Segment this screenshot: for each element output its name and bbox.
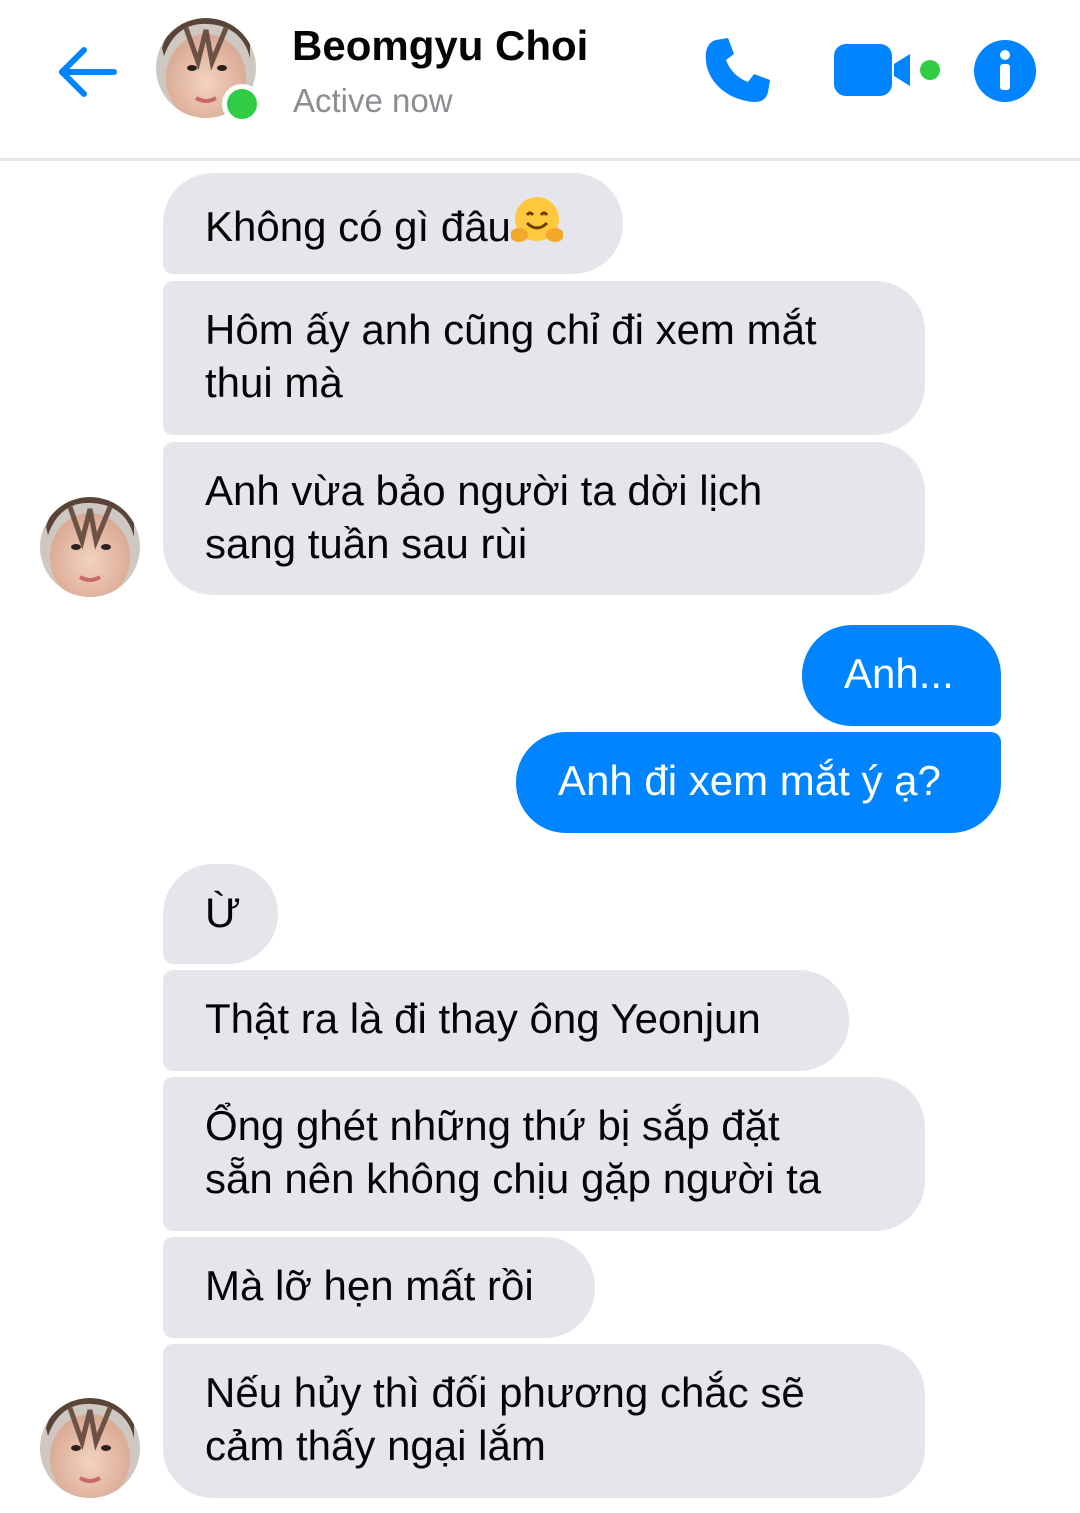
- message-line: Ổng ghét những thứ bị sắp đặt: [205, 1102, 780, 1149]
- message-incoming[interactable]: Không có gì đâu: [163, 173, 623, 274]
- sender-avatar[interactable]: [40, 1398, 140, 1498]
- phone-icon: [705, 38, 770, 102]
- message-outgoing[interactable]: Anh...: [802, 625, 1001, 726]
- message-line: Nếu hủy thì đối phương chắc sẽ: [205, 1369, 805, 1416]
- message-text: Mà lỡ hẹn mất rồi: [205, 1262, 534, 1309]
- message-incoming[interactable]: Anh vừa bảo người ta dời lịch sang tuần …: [163, 442, 925, 595]
- messenger-chat-screen: Beomgyu Choi Active now Không có gì đâu …: [0, 0, 1080, 1513]
- voice-call-button[interactable]: [700, 32, 776, 108]
- back-button[interactable]: [52, 36, 124, 108]
- message-outgoing[interactable]: Anh đi xem mắt ý ạ?: [516, 732, 1001, 833]
- message-line: thui mà: [205, 359, 343, 406]
- message-line: sẵn nên không chịu gặp người ta: [205, 1155, 822, 1202]
- message-incoming[interactable]: Nếu hủy thì đối phương chắc sẽ cảm thấy …: [163, 1344, 925, 1498]
- message-text: Anh đi xem mắt ý ạ?: [558, 757, 941, 804]
- message-line: Hôm ấy anh cũng chỉ đi xem mắt: [205, 306, 817, 353]
- sender-avatar[interactable]: [40, 497, 140, 597]
- hugging-face-emoji: [509, 195, 564, 259]
- contact-avatar-button[interactable]: [156, 18, 262, 124]
- conversation-info-button[interactable]: [972, 38, 1038, 104]
- active-status-dot: [222, 84, 262, 124]
- message-text: Thật ra là đi thay ông Yeonjun: [205, 995, 761, 1042]
- message-thread[interactable]: Không có gì đâu Hôm ấy anh cũng chỉ đi x…: [0, 161, 1080, 1513]
- message-text: Không có gì đâu: [205, 203, 511, 250]
- contact-status: Active now: [293, 82, 453, 119]
- message-text: Ừ: [205, 889, 241, 936]
- message-incoming[interactable]: Mà lỡ hẹn mất rồi: [163, 1237, 595, 1338]
- info-icon: [974, 40, 1036, 102]
- message-incoming[interactable]: Ừ: [163, 864, 278, 964]
- message-incoming[interactable]: Thật ra là đi thay ông Yeonjun: [163, 970, 849, 1071]
- video-call-button[interactable]: [830, 36, 948, 104]
- back-arrow-icon: [59, 47, 117, 97]
- message-line: cảm thấy ngại lắm: [205, 1422, 546, 1469]
- message-incoming[interactable]: Ổng ghét những thứ bị sắp đặt sẵn nên kh…: [163, 1077, 925, 1231]
- video-camera-icon: [834, 44, 940, 96]
- chat-header: Beomgyu Choi Active now: [0, 0, 1080, 161]
- message-incoming[interactable]: Hôm ấy anh cũng chỉ đi xem mắt thui mà: [163, 281, 925, 435]
- message-line: Anh vừa bảo người ta dời lịch: [205, 467, 763, 514]
- message-line: sang tuần sau rùi: [205, 520, 528, 567]
- contact-name[interactable]: Beomgyu Choi: [292, 22, 588, 70]
- message-text: Anh...: [844, 650, 954, 697]
